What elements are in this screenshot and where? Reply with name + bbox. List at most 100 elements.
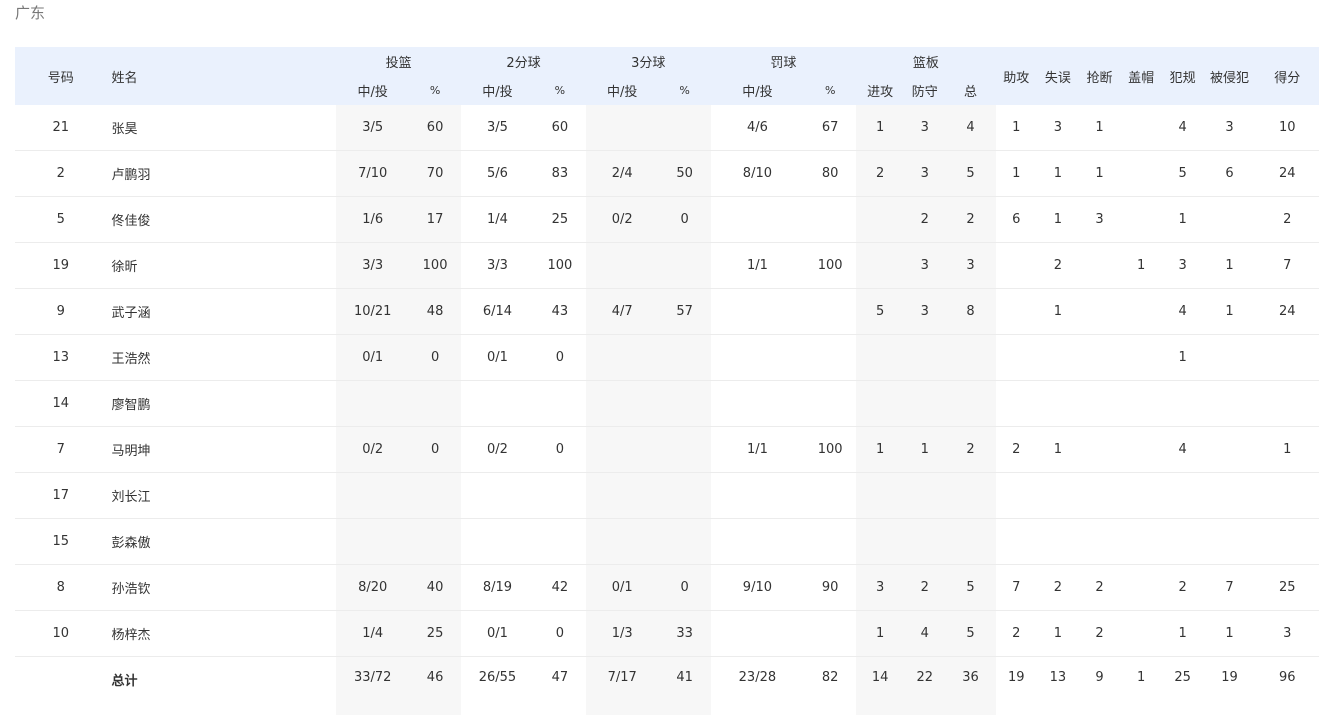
- cell-stl: 1: [1079, 151, 1121, 197]
- cell-reb-off: 1: [856, 427, 904, 473]
- cell-stl: [1079, 473, 1121, 519]
- cell-blk: [1120, 473, 1162, 519]
- cell-reb-def: 2: [904, 197, 946, 243]
- cell-two-pct: 25: [534, 197, 586, 243]
- cell-pf: 1: [1162, 197, 1204, 243]
- cell-two-made-att: 0/1: [461, 611, 534, 657]
- cell-three-made-att: [586, 335, 659, 381]
- cell-reb-def: 3: [904, 243, 946, 289]
- cell-reb-def: [904, 519, 946, 565]
- cell-three-made-att: 7/17: [586, 657, 659, 715]
- cell-ast: 7: [996, 565, 1038, 611]
- cell-number: 14: [15, 381, 107, 427]
- col-group-two: 2分球: [461, 47, 586, 76]
- cell-two-made-att: 26/55: [461, 657, 534, 715]
- cell-reb-off: [856, 335, 904, 381]
- cell-fg-pct: 40: [409, 565, 461, 611]
- col-stl: 抢断: [1079, 47, 1121, 105]
- cell-two-made-att: 0/1: [461, 335, 534, 381]
- cell-reb-tot: 2: [946, 197, 996, 243]
- cell-two-pct: 42: [534, 565, 586, 611]
- cell-pts: 24: [1255, 151, 1319, 197]
- cell-ft-made-att: 9/10: [711, 565, 805, 611]
- cell-fg-pct: 48: [409, 289, 461, 335]
- cell-reb-off: [856, 197, 904, 243]
- cell-fd: 19: [1203, 657, 1255, 715]
- cell-number: 5: [15, 197, 107, 243]
- cell-reb-def: 2: [904, 565, 946, 611]
- cell-two-made-att: 1/4: [461, 197, 534, 243]
- cell-number: 15: [15, 519, 107, 565]
- cell-fd: 6: [1203, 151, 1255, 197]
- cell-name: 彭森傲: [107, 519, 337, 565]
- cell-stl: [1079, 381, 1121, 427]
- cell-reb-def: 3: [904, 105, 946, 151]
- cell-fg-made-att: 3/3: [336, 243, 409, 289]
- col-reb-tot: 总: [946, 76, 996, 105]
- cell-fg-pct: 17: [409, 197, 461, 243]
- cell-pf: 2: [1162, 565, 1204, 611]
- cell-stl: 2: [1079, 565, 1121, 611]
- cell-ft-pct: [804, 335, 856, 381]
- cell-ft-pct: [804, 519, 856, 565]
- cell-pf: 4: [1162, 105, 1204, 151]
- cell-pf: [1162, 519, 1204, 565]
- cell-fg-pct: 100: [409, 243, 461, 289]
- cell-ast: 2: [996, 611, 1038, 657]
- cell-reb-off: 2: [856, 151, 904, 197]
- cell-pts: [1255, 335, 1319, 381]
- cell-ft-made-att: 8/10: [711, 151, 805, 197]
- cell-reb-tot: [946, 381, 996, 427]
- table-row: 13王浩然0/100/101: [15, 335, 1319, 381]
- cell-fd: [1203, 519, 1255, 565]
- cell-name: 总计: [107, 657, 337, 715]
- cell-three-made-att: [586, 381, 659, 427]
- cell-ft-pct: [804, 197, 856, 243]
- cell-stl: 2: [1079, 611, 1121, 657]
- cell-name: 张昊: [107, 105, 337, 151]
- cell-fg-made-att: 7/10: [336, 151, 409, 197]
- cell-three-made-att: [586, 427, 659, 473]
- cell-fg-made-att: 33/72: [336, 657, 409, 715]
- cell-ft-pct: [804, 473, 856, 519]
- col-number: 号码: [15, 47, 107, 105]
- cell-ast: 6: [996, 197, 1038, 243]
- cell-two-pct: [534, 381, 586, 427]
- cell-pts: 7: [1255, 243, 1319, 289]
- cell-tov: [1037, 519, 1079, 565]
- cell-two-pct: 60: [534, 105, 586, 151]
- cell-two-made-att: 6/14: [461, 289, 534, 335]
- cell-stl: [1079, 335, 1121, 381]
- cell-ft-made-att: [711, 289, 805, 335]
- table-row: 21张昊3/5603/5604/6671341314310: [15, 105, 1319, 151]
- cell-fd: 1: [1203, 289, 1255, 335]
- cell-ft-made-att: 1/1: [711, 427, 805, 473]
- col-two-made-att: 中/投: [461, 76, 534, 105]
- cell-fd: 1: [1203, 243, 1255, 289]
- cell-three-made-att: [586, 519, 659, 565]
- cell-pts: 10: [1255, 105, 1319, 151]
- cell-reb-off: [856, 519, 904, 565]
- cell-fg-made-att: 3/5: [336, 105, 409, 151]
- col-fg-made-att: 中/投: [336, 76, 409, 105]
- cell-tov: 1: [1037, 151, 1079, 197]
- cell-pts: 1: [1255, 427, 1319, 473]
- col-three-made-att: 中/投: [586, 76, 659, 105]
- cell-fd: 3: [1203, 105, 1255, 151]
- cell-fg-pct: 0: [409, 335, 461, 381]
- cell-pts: [1255, 519, 1319, 565]
- cell-reb-tot: [946, 519, 996, 565]
- table-row: 17刘长江: [15, 473, 1319, 519]
- cell-tov: [1037, 381, 1079, 427]
- cell-fg-made-att: [336, 381, 409, 427]
- cell-two-pct: 0: [534, 611, 586, 657]
- cell-fg-made-att: 0/1: [336, 335, 409, 381]
- cell-reb-def: 22: [904, 657, 946, 715]
- cell-pts: 3: [1255, 611, 1319, 657]
- cell-reb-off: 1: [856, 105, 904, 151]
- cell-blk: [1120, 151, 1162, 197]
- cell-reb-tot: 2: [946, 427, 996, 473]
- cell-two-pct: 83: [534, 151, 586, 197]
- cell-ft-made-att: 23/28: [711, 657, 805, 715]
- cell-three-made-att: [586, 473, 659, 519]
